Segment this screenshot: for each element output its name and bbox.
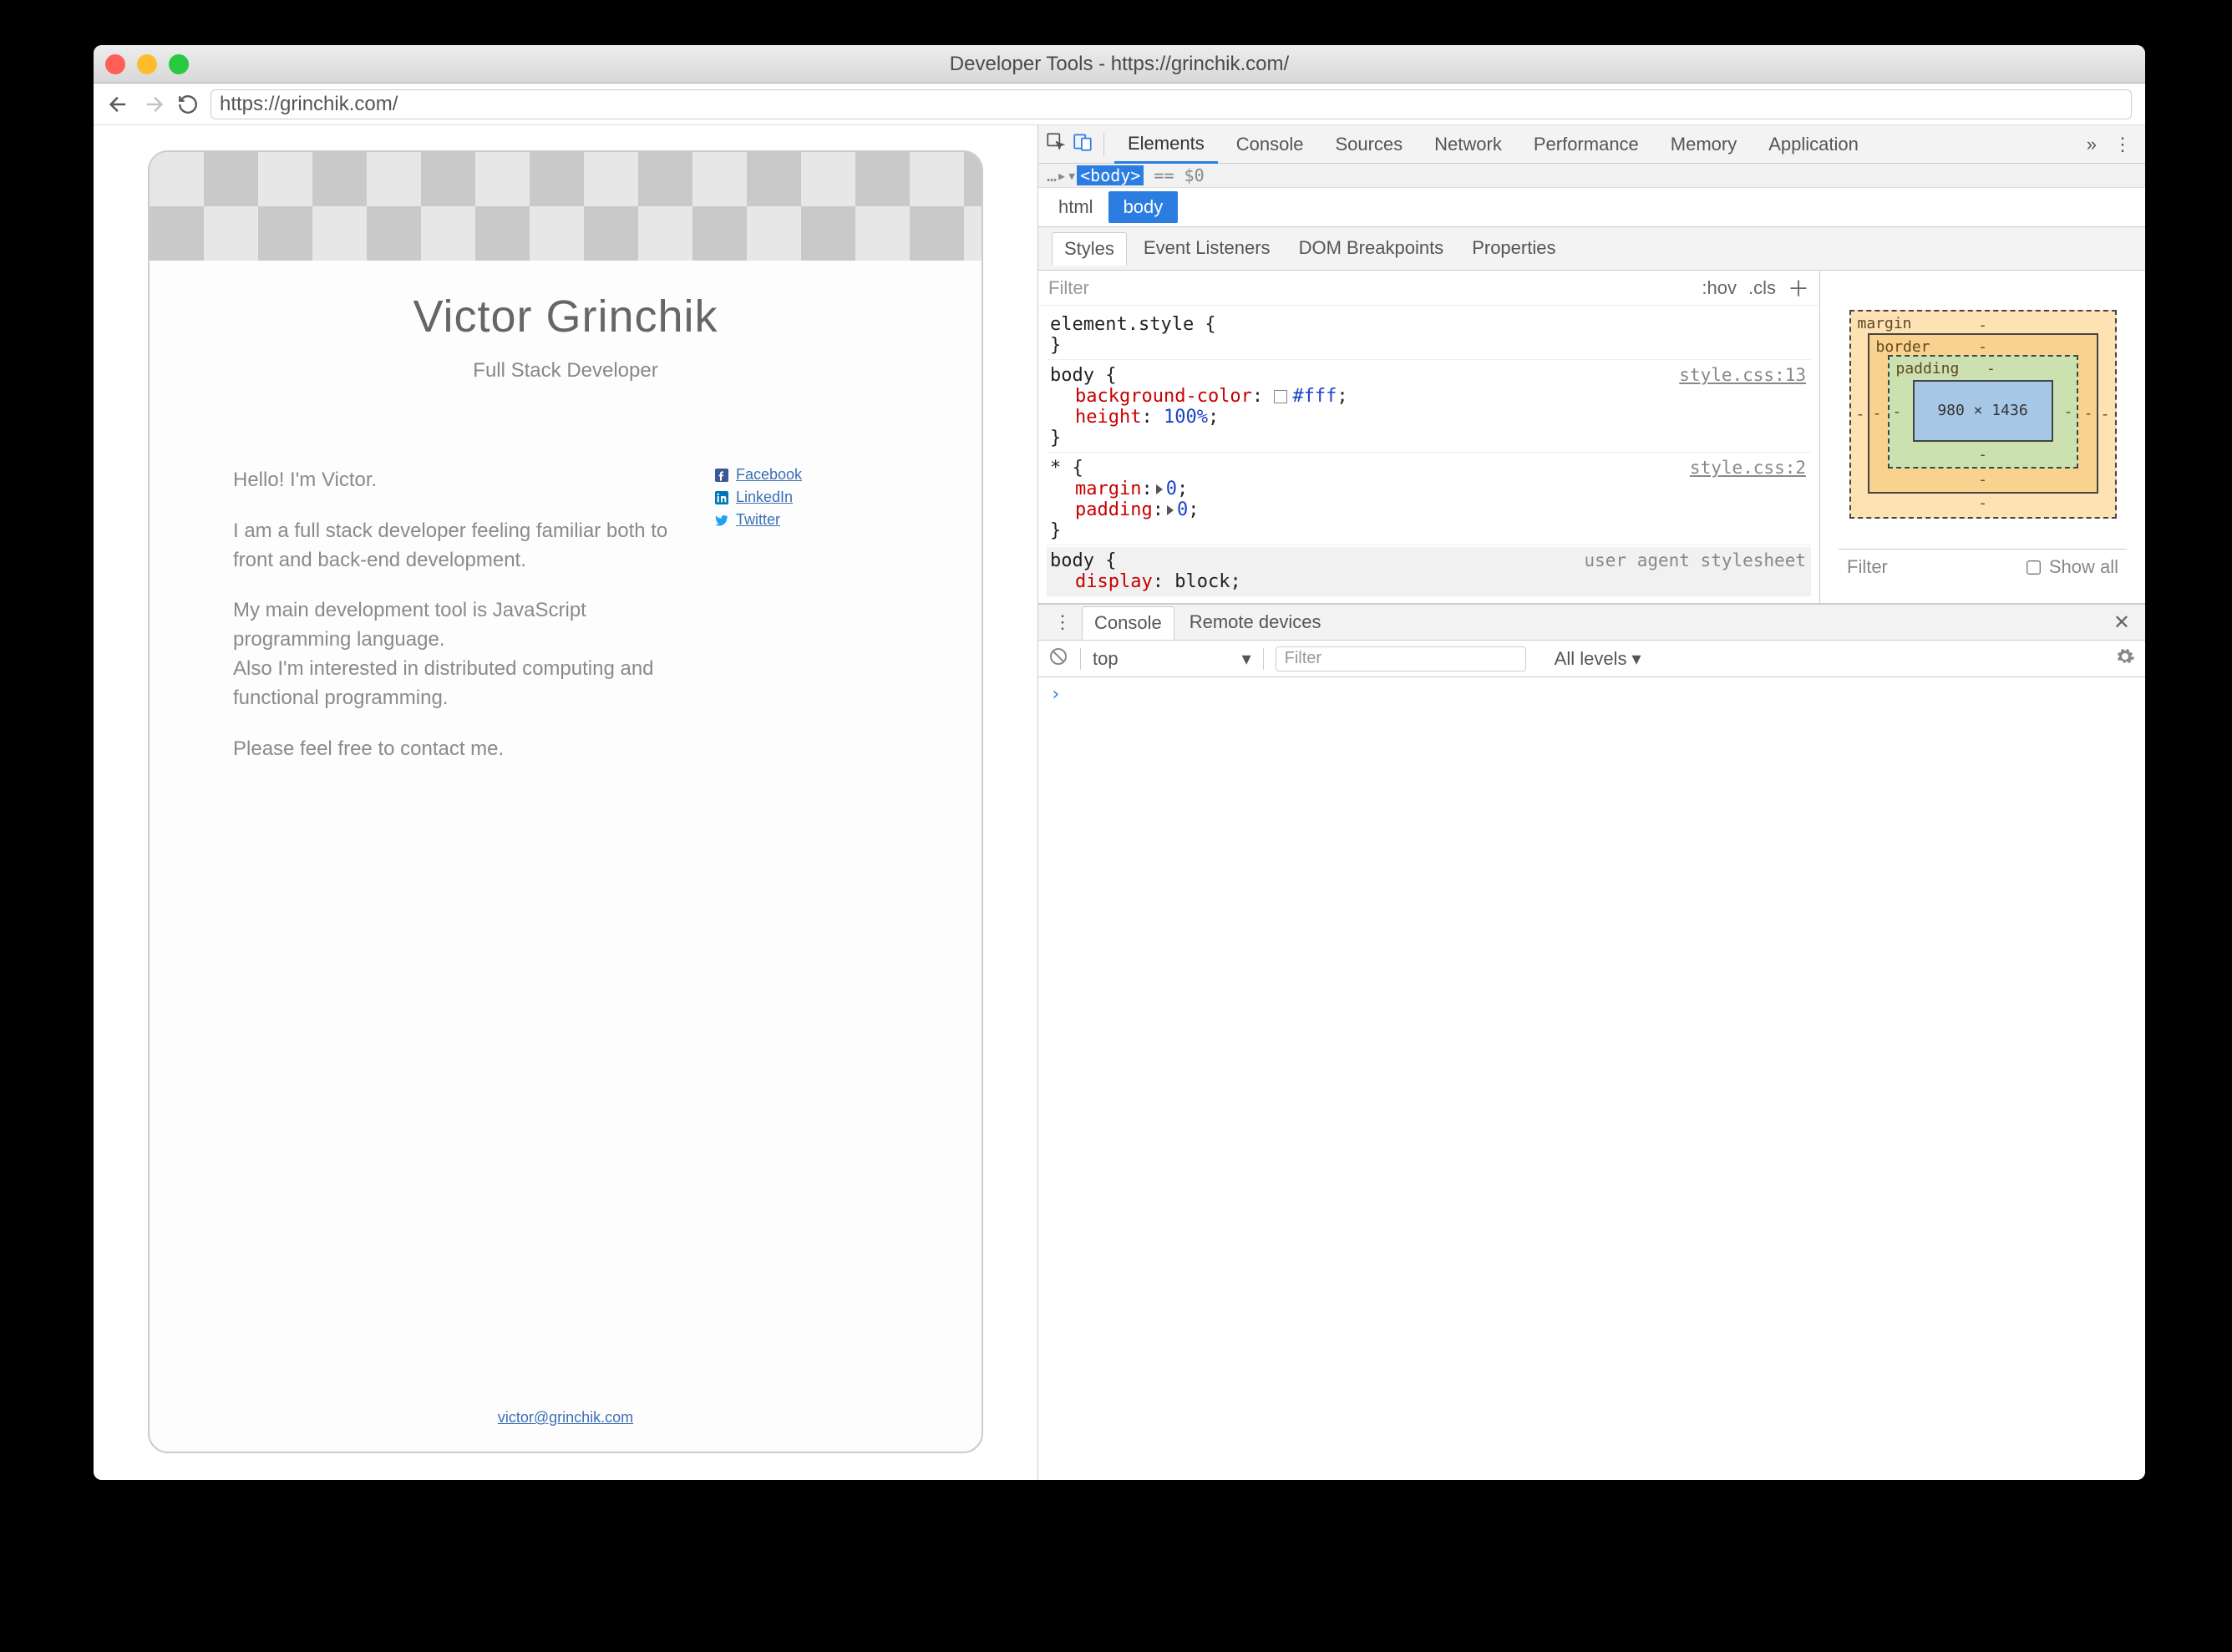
context-selector[interactable]: top▾ [1093, 648, 1264, 670]
reload-button[interactable] [177, 94, 199, 115]
facebook-link[interactable]: Facebook [714, 466, 898, 484]
tab-elements[interactable]: Elements [1114, 126, 1218, 164]
devtools-tabs: Elements Console Sources Network Perform… [1038, 125, 2145, 164]
profile-role: Full Stack Developer [233, 359, 898, 383]
drawer-tabs: ⋮ Console Remote devices ✕ [1038, 604, 2145, 641]
dom-breadcrumbs: html body [1038, 188, 2145, 227]
drawer-tab-remote[interactable]: Remote devices [1178, 606, 1333, 638]
facebook-icon [714, 468, 729, 483]
rule-source-link[interactable]: style.css:2 [1690, 458, 1806, 478]
bio-p1: Hello! I'm Victor. [233, 466, 681, 495]
hov-toggle[interactable]: :hov [1702, 277, 1737, 299]
url-bar[interactable]: https://grinchik.com/ [211, 89, 2132, 119]
linkedin-icon [714, 490, 729, 505]
bio-p3: My main development tool is JavaScript p… [233, 596, 681, 712]
profile-name: Victor Grinchik [233, 291, 898, 342]
email-link[interactable]: victor@grinchik.com [233, 1409, 898, 1426]
drawer-tab-console[interactable]: Console [1082, 606, 1174, 640]
bio-text: Hello! I'm Victor. I am a full stack dev… [233, 466, 681, 785]
console-settings-icon[interactable] [2115, 646, 2135, 671]
subtab-styles[interactable]: Styles [1052, 232, 1127, 266]
css-rules: element.style { } style.css:13 body { ba… [1038, 306, 1819, 603]
minimize-window-button[interactable] [137, 54, 157, 74]
page-header-pattern [150, 152, 982, 261]
rule-element-style[interactable]: element.style { } [1047, 311, 1811, 360]
twitter-icon [714, 513, 729, 528]
tab-network[interactable]: Network [1421, 127, 1515, 162]
log-level-selector[interactable]: All levels ▾ [1555, 648, 1641, 670]
computed-filter-input[interactable]: Filter [1847, 556, 2018, 578]
devtools-panel: Elements Console Sources Network Perform… [1037, 125, 2145, 1480]
subtab-event-listeners[interactable]: Event Listeners [1132, 232, 1282, 265]
rule-source-ua: user agent stylesheet [1584, 550, 1806, 570]
rule-body[interactable]: style.css:13 body { background-color: #f… [1047, 362, 1811, 453]
color-swatch-icon[interactable] [1274, 390, 1287, 403]
box-model-dims: 980 × 1436 [1937, 402, 2027, 419]
tab-performance[interactable]: Performance [1520, 127, 1652, 162]
titlebar: Developer Tools - https://grinchik.com/ [94, 45, 2145, 84]
styles-toolbar: Filter :hov .cls ＋ [1038, 271, 1819, 306]
back-button[interactable] [107, 93, 130, 116]
drawer-kebab-icon[interactable]: ⋮ [1047, 611, 1078, 633]
tab-sources[interactable]: Sources [1321, 127, 1416, 162]
bio-p2: I am a full stack developer feeling fami… [233, 517, 681, 575]
device-toggle-icon[interactable] [1072, 131, 1093, 158]
forward-button[interactable] [142, 93, 165, 116]
rendered-page-panel: Victor Grinchik Full Stack Developer Hel… [94, 125, 1037, 1480]
clear-console-icon[interactable] [1048, 646, 1068, 671]
styles-filter-input[interactable]: Filter [1048, 277, 1690, 299]
page-card: Victor Grinchik Full Stack Developer Hel… [148, 150, 983, 1453]
social-links: Facebook LinkedIn Twitter [714, 466, 898, 785]
box-model-diagram[interactable]: margin - - - - border - - - - padding [1849, 310, 2117, 519]
inspect-element-icon[interactable] [1045, 131, 1067, 158]
tab-application[interactable]: Application [1755, 127, 1872, 162]
console-output[interactable]: › [1038, 677, 2145, 1480]
rule-source-link[interactable]: style.css:13 [1679, 365, 1806, 385]
tab-console[interactable]: Console [1223, 127, 1317, 162]
console-filter-input[interactable]: Filter [1276, 646, 1526, 671]
box-model-panel: margin - - - - border - - - - padding [1819, 271, 2145, 603]
drawer-close-icon[interactable]: ✕ [2107, 611, 2137, 635]
tab-memory[interactable]: Memory [1657, 127, 1750, 162]
crumb-html[interactable]: html [1043, 191, 1108, 223]
linkedin-link[interactable]: LinkedIn [714, 489, 898, 506]
more-tabs-icon[interactable]: » [2087, 134, 2097, 155]
dom-tree-line[interactable]: …▸▾<body> == $0 [1038, 164, 2145, 188]
devtools-window: Developer Tools - https://grinchik.com/ … [94, 45, 2145, 1480]
console-toolbar: top▾ Filter All levels ▾ [1038, 641, 2145, 677]
twitter-link[interactable]: Twitter [714, 511, 898, 529]
close-window-button[interactable] [105, 54, 125, 74]
subtab-properties[interactable]: Properties [1460, 232, 1567, 265]
kebab-menu-icon[interactable]: ⋮ [2113, 134, 2132, 155]
rule-user-agent[interactable]: user agent stylesheet body { display: bl… [1047, 547, 1811, 596]
cls-toggle[interactable]: .cls [1748, 277, 1776, 299]
url-value: https://grinchik.com/ [220, 93, 398, 116]
console-prompt: › [1050, 684, 1061, 705]
subtab-dom-breakpoints[interactable]: DOM Breakpoints [1287, 232, 1456, 265]
crumb-body[interactable]: body [1108, 191, 1179, 223]
browser-toolbar: https://grinchik.com/ [94, 84, 2145, 125]
window-controls [105, 54, 189, 74]
new-rule-button[interactable]: ＋ [1788, 272, 1809, 303]
show-all-checkbox[interactable] [2027, 560, 2041, 575]
show-all-label: Show all [2049, 556, 2118, 578]
window-title: Developer Tools - https://grinchik.com/ [94, 53, 2145, 76]
zoom-window-button[interactable] [169, 54, 189, 74]
bio-p5: Please feel free to contact me. [233, 735, 681, 764]
styles-subtabs: Styles Event Listeners DOM Breakpoints P… [1038, 227, 2145, 271]
rule-universal[interactable]: style.css:2 * { margin:0; padding:0; } [1047, 454, 1811, 545]
